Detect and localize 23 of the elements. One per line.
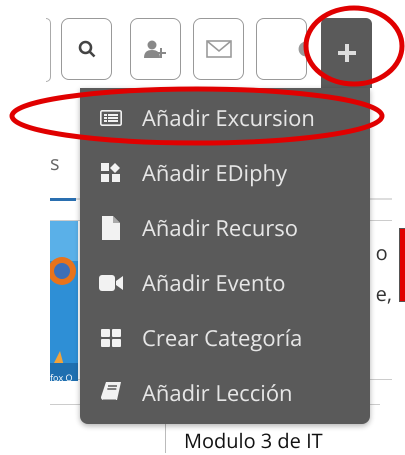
course-title-fragment: o — [376, 239, 389, 266]
list-icon — [100, 110, 122, 126]
menu-item[interactable]: Añadir Excursion — [80, 90, 370, 145]
mail-icon — [206, 40, 232, 58]
menu-item[interactable]: Añadir EDiphy — [80, 145, 370, 200]
thumbnail-caption: fox O — [50, 371, 72, 384]
plus-button[interactable] — [321, 18, 372, 88]
menu-item[interactable]: Añadir Recurso — [80, 200, 370, 255]
search-icon — [78, 40, 96, 58]
blocks-icon — [101, 162, 121, 182]
plus-icon — [338, 44, 356, 62]
file-icon — [102, 216, 120, 240]
tab-label: s — [50, 149, 60, 176]
mail-button[interactable] — [193, 18, 244, 80]
course-title-fragment: e, — [376, 280, 392, 307]
add-user-icon — [144, 40, 168, 58]
menu-item[interactable]: Añadir Evento — [80, 255, 370, 310]
video-camera-icon — [99, 274, 123, 290]
search-button[interactable] — [61, 18, 112, 80]
globe-button[interactable] — [256, 18, 307, 80]
menu-item[interactable]: Crear Categoría — [80, 310, 370, 365]
add-user-button[interactable] — [130, 18, 181, 80]
grid-icon — [101, 328, 121, 346]
